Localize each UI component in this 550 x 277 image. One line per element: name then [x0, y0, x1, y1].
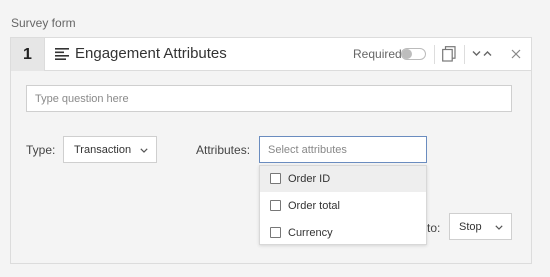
- divider: [434, 45, 435, 64]
- attributes-label: Attributes:: [196, 143, 251, 157]
- end-action-select[interactable]: Stop: [449, 213, 512, 240]
- attribute-option-label: Order ID: [288, 173, 331, 185]
- chevron-down-icon: [140, 148, 148, 153]
- copy-icon[interactable]: [442, 46, 456, 62]
- required-label: Required: [353, 47, 402, 61]
- end-action-label: to:: [427, 221, 441, 235]
- attribute-option-order-id[interactable]: Order ID: [260, 166, 426, 192]
- text-lines-icon: [55, 48, 69, 60]
- question-header: 1 Engagement Attributes Required: [11, 38, 531, 71]
- question-card: 1 Engagement Attributes Required Type qu…: [10, 37, 532, 264]
- required-toggle[interactable]: [401, 48, 426, 60]
- attributes-dropdown-menu: Order ID Order total Currency: [259, 165, 427, 245]
- checkbox[interactable]: [270, 173, 281, 184]
- attributes-placeholder: Select attributes: [268, 144, 347, 156]
- attribute-option-label: Order total: [288, 200, 340, 212]
- type-label: Type:: [26, 143, 56, 157]
- checkbox[interactable]: [270, 227, 281, 238]
- page-label: Survey form: [11, 16, 76, 30]
- checkbox[interactable]: [270, 200, 281, 211]
- attribute-option-currency[interactable]: Currency: [260, 220, 426, 246]
- type-select[interactable]: Transaction: [63, 136, 157, 163]
- chevron-down-icon[interactable]: [472, 50, 481, 57]
- type-selected-value: Transaction: [74, 144, 132, 156]
- toggle-knob: [402, 49, 412, 59]
- end-action-selected-value: Stop: [459, 221, 482, 233]
- question-text-input[interactable]: [26, 85, 512, 112]
- question-title: Engagement Attributes: [75, 45, 227, 62]
- close-icon[interactable]: [511, 49, 521, 59]
- chevron-down-icon: [495, 225, 503, 230]
- divider: [464, 45, 465, 64]
- question-number: 1: [11, 38, 45, 71]
- chevron-up-icon[interactable]: [483, 50, 492, 57]
- attribute-option-label: Currency: [288, 227, 333, 239]
- attributes-select[interactable]: Select attributes: [259, 136, 427, 163]
- attribute-option-order-total[interactable]: Order total: [260, 193, 426, 219]
